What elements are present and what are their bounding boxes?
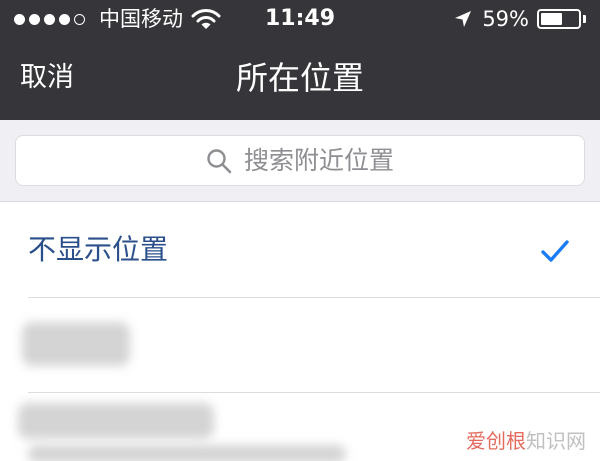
watermark-site: 知识网 [526,429,586,453]
battery-tip [583,15,586,23]
redacted-location-address [28,445,346,461]
status-bar: 中国移动 11:49 59% [0,0,600,40]
status-right: 59% [454,6,586,32]
battery-fill [541,13,563,25]
redacted-location-name [22,322,130,366]
watermark: 爱创根知识网 [466,429,586,453]
battery-icon [537,9,581,29]
page-title: 所在位置 [235,59,364,97]
location-arrow-icon [455,11,472,27]
search-icon [207,148,232,173]
checkmark-icon [541,240,569,262]
hide-location-option[interactable]: 不显示位置 [0,202,600,297]
search-placeholder: 搜索附近位置 [243,145,394,175]
watermark-brand: 爱创根 [466,429,526,453]
nav-header: 中国移动 11:49 59% 取消 所在位置 [0,0,600,120]
battery-percent: 59% [482,7,529,31]
hide-location-label: 不显示位置 [28,233,169,266]
nearby-location-item[interactable] [0,298,600,392]
search-bar-area: 搜索附近位置 [0,120,600,202]
search-input[interactable]: 搜索附近位置 [15,135,585,186]
redacted-location-name [18,403,214,439]
